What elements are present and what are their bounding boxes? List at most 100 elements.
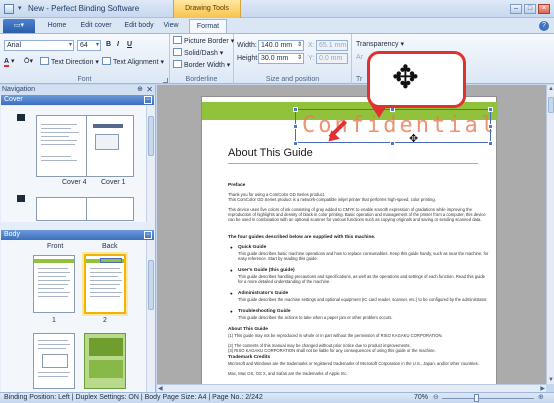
- scrollbar-thumb[interactable]: [148, 260, 154, 310]
- navigation-title: Navigation: [2, 86, 36, 93]
- body-thumbnail-2[interactable]: [84, 254, 126, 314]
- collapse-icon[interactable]: −: [144, 231, 152, 239]
- page-marker-icon: [17, 195, 25, 202]
- cover-thumbnail-back[interactable]: [36, 197, 134, 221]
- body-thumbnail-4[interactable]: [84, 333, 126, 389]
- arrange-button[interactable]: Ar: [356, 53, 363, 63]
- scroll-right-icon[interactable]: ▶: [540, 385, 545, 392]
- chevron-down-icon: ▾: [95, 42, 99, 48]
- maximize-button[interactable]: □: [524, 4, 536, 14]
- page-marker-icon: [17, 114, 25, 121]
- text-direction-icon: [40, 57, 49, 65]
- close-button[interactable]: ×: [538, 4, 550, 14]
- document-page[interactable]: Confidential ✥ About This Guide Preface …: [201, 96, 498, 384]
- height-value: 30.0 mm: [261, 55, 289, 62]
- app-icon[interactable]: [4, 4, 14, 14]
- font-color-button[interactable]: A ▾: [4, 57, 15, 67]
- spin-icon: ⇕: [296, 42, 302, 48]
- trademark-2: Mac, Mac OS, OS X, and Safari are the tr…: [228, 371, 348, 376]
- border-width-button[interactable]: Border Width ▾: [173, 60, 230, 71]
- document-view[interactable]: Confidential ✥ About This Guide Preface …: [157, 85, 546, 384]
- resize-handle[interactable]: [488, 107, 493, 112]
- zoom-slider[interactable]: [442, 398, 534, 399]
- solid-dash-label: Solid/Dash: [184, 50, 218, 57]
- body-thumbnail-3[interactable]: [33, 333, 75, 389]
- about-item-3: (3) RISO KAGAKU CORPORATION shall not be…: [228, 348, 436, 353]
- zoom-in-icon[interactable]: ⊕: [538, 393, 544, 403]
- resize-handle[interactable]: [488, 141, 493, 146]
- resize-handle[interactable]: [293, 141, 298, 146]
- help-icon[interactable]: ?: [539, 21, 549, 31]
- size-position-group: Width: 140.0 mm ⇕ X: 65.1 mm Height: 30.0…: [234, 34, 352, 84]
- guide-name: Administrator's Guide: [238, 291, 289, 296]
- tab-home[interactable]: Home: [42, 19, 72, 33]
- bullet-icon: ●: [230, 291, 233, 296]
- about-item-1: (1) This guide may not be reproduced in …: [228, 333, 443, 338]
- scroll-left-icon[interactable]: ◀: [158, 385, 163, 392]
- solid-dash-button[interactable]: Solid/Dash ▾: [173, 48, 223, 59]
- navigation-pane: Navigation ⊕ ✕ Cover − Cover 4 Cover 1 B…: [0, 85, 156, 392]
- borderline-group-label: Borderline: [185, 76, 218, 83]
- trademark-heading: Trademark Credits: [228, 355, 271, 360]
- cover-scrollbar[interactable]: [146, 106, 154, 222]
- cover-section-header[interactable]: Cover −: [1, 95, 154, 105]
- close-icon[interactable]: ✕: [146, 85, 153, 95]
- picture-border-icon: [173, 36, 182, 44]
- picture-border-button[interactable]: Picture Border ▾: [173, 36, 234, 47]
- italic-button[interactable]: I: [117, 40, 119, 50]
- move-cursor-icon: ✥: [392, 59, 419, 95]
- document-vertical-scrollbar[interactable]: ▲ ▼: [546, 85, 554, 384]
- zoom-out-icon[interactable]: ⊖: [433, 393, 439, 403]
- drawing-tools-group: Drawing Tools: [173, 0, 241, 18]
- font-dialog-launcher-icon[interactable]: [163, 78, 168, 83]
- height-input[interactable]: 30.0 mm ⇕: [258, 53, 304, 64]
- minimize-button[interactable]: –: [510, 4, 522, 14]
- ribbon-tabs: ▭▾ Home Edit cover Edit body View Format…: [0, 18, 554, 34]
- scrollbar-thumb[interactable]: [548, 97, 554, 113]
- tab-edit-body[interactable]: Edit body: [120, 19, 158, 33]
- quick-access-dropdown-icon[interactable]: ▾: [18, 5, 24, 12]
- cover-thumbnail[interactable]: [36, 115, 134, 177]
- body-section-label: Body: [4, 231, 20, 238]
- document-horizontal-scrollbar[interactable]: ◀ ▶: [157, 384, 546, 392]
- width-input[interactable]: 140.0 mm ⇕: [258, 40, 304, 51]
- window-title: New - Perfect Binding Software: [28, 4, 140, 13]
- bullet-icon: ●: [230, 268, 233, 273]
- underline-button[interactable]: U: [127, 40, 132, 50]
- status-bar: Binding Position: Left | Duplex Settings…: [0, 392, 554, 403]
- front-column-header: Front: [47, 243, 64, 250]
- transparency-button[interactable]: Transparency ▾: [356, 40, 404, 50]
- text-direction-button[interactable]: Text Direction ▾: [40, 57, 99, 68]
- scrollbar-thumb[interactable]: [148, 116, 154, 156]
- scroll-down-icon[interactable]: ▼: [548, 377, 554, 383]
- pin-icon[interactable]: ⊕: [137, 86, 143, 94]
- drawing-tools-label: Drawing Tools: [185, 5, 229, 12]
- collapse-icon[interactable]: −: [144, 96, 152, 104]
- font-group-label: Font: [77, 76, 92, 83]
- y-input[interactable]: 0.0 mm: [316, 53, 348, 64]
- body-thumbnail-1[interactable]: [33, 255, 75, 313]
- tab-view[interactable]: View: [160, 19, 182, 33]
- heading-rule: [228, 163, 478, 164]
- zoom-slider-knob[interactable]: [473, 394, 479, 402]
- size-position-group-label: Size and position: [265, 76, 320, 83]
- move-cursor-icon: ✥: [409, 133, 419, 145]
- body-section-header[interactable]: Body −: [1, 230, 154, 240]
- tab-format[interactable]: Format: [189, 19, 227, 33]
- guide-name: Quick Guide: [238, 245, 267, 250]
- cover-caption-1: Cover 1: [101, 179, 126, 186]
- bold-button[interactable]: B: [106, 40, 111, 50]
- resize-handle[interactable]: [488, 124, 493, 129]
- x-input[interactable]: 65.1 mm: [316, 40, 348, 51]
- tab-edit-cover[interactable]: Edit cover: [76, 19, 116, 33]
- body-scrollbar[interactable]: [146, 240, 154, 392]
- resize-handle[interactable]: [293, 124, 298, 129]
- font-size-combo[interactable]: 64 ▾: [77, 40, 101, 51]
- file-tab[interactable]: ▭▾: [3, 19, 35, 33]
- font-name-combo[interactable]: Arial ▾: [4, 40, 74, 51]
- outline-color-button[interactable]: Ō▾: [24, 57, 33, 67]
- scroll-up-icon[interactable]: ▲: [548, 86, 554, 92]
- resize-handle[interactable]: [293, 107, 298, 112]
- text-alignment-button[interactable]: Text Alignment ▾: [102, 57, 164, 68]
- resize-handle[interactable]: [390, 141, 395, 146]
